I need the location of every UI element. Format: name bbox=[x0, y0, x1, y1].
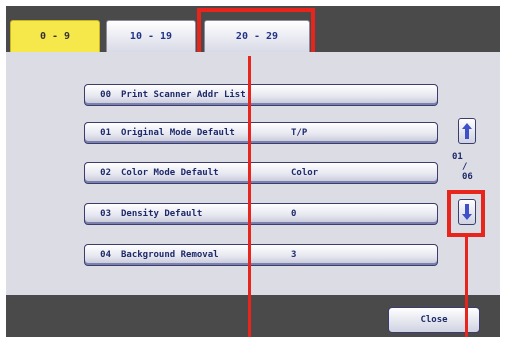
tab-10-19[interactable]: 10 - 19 bbox=[106, 20, 196, 53]
row-name: Color Mode Default bbox=[121, 168, 219, 178]
row-value: 3 bbox=[291, 250, 297, 260]
scroll-callout-leader-line bbox=[465, 237, 468, 337]
row-value: T/P bbox=[291, 128, 308, 138]
screen: 0 - 9 10 - 19 20 - 29 00 Print Scanner A… bbox=[0, 0, 506, 337]
tab-callout-box bbox=[197, 8, 315, 56]
scroll-up-button[interactable] bbox=[458, 118, 476, 144]
setting-row-03[interactable]: 03 Density Default 0 bbox=[84, 203, 438, 225]
setting-row-02[interactable]: 02 Color Mode Default Color bbox=[84, 162, 438, 184]
row-name: Original Mode Default bbox=[121, 128, 235, 138]
row-number: 00 bbox=[100, 90, 111, 100]
scroll-down-callout-box bbox=[447, 190, 485, 237]
row-number: 01 bbox=[100, 128, 111, 138]
row-number: 03 bbox=[100, 209, 111, 219]
page-separator: / bbox=[462, 162, 468, 172]
setting-row-04[interactable]: 04 Background Removal 3 bbox=[84, 244, 438, 266]
page-current: 01 bbox=[452, 152, 463, 162]
tab-callout-leader-line bbox=[248, 56, 251, 337]
tab-label: 0 - 9 bbox=[39, 31, 71, 42]
close-label: Close bbox=[420, 315, 448, 325]
row-name: Background Removal bbox=[121, 250, 219, 260]
row-name: Density Default bbox=[121, 209, 203, 219]
page-total: 06 bbox=[462, 172, 473, 182]
row-value: 0 bbox=[291, 209, 297, 219]
setting-row-00[interactable]: 00 Print Scanner Addr List bbox=[84, 84, 438, 106]
row-number: 04 bbox=[100, 250, 111, 260]
row-name: Print Scanner Addr List bbox=[121, 90, 246, 100]
arrow-up-icon bbox=[462, 123, 472, 139]
setting-row-01[interactable]: 01 Original Mode Default T/P bbox=[84, 122, 438, 144]
tab-0-9[interactable]: 0 - 9 bbox=[10, 20, 100, 53]
tab-label: 10 - 19 bbox=[129, 31, 173, 42]
row-value: Color bbox=[291, 168, 319, 178]
row-number: 02 bbox=[100, 168, 111, 178]
